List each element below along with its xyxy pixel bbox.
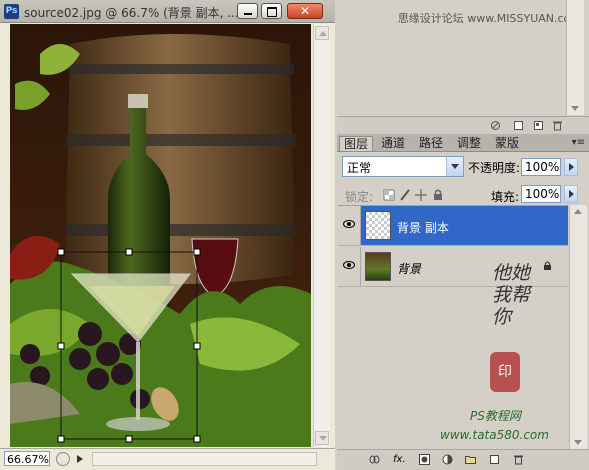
image-canvas[interactable]: [10, 24, 311, 447]
status-bar: 66.67%: [0, 448, 335, 470]
trash-icon[interactable]: [552, 120, 563, 131]
lock-move-icon[interactable]: [414, 188, 428, 202]
photoshop-icon: Ps: [4, 4, 19, 19]
layer-thumbnail: [365, 211, 391, 240]
wine-photo: [10, 24, 311, 447]
watermark-url: www.tata580.com: [440, 428, 549, 442]
tab-paths[interactable]: 路径: [415, 136, 447, 151]
scroll-down-icon[interactable]: [315, 431, 329, 445]
top-panel-scrollbar[interactable]: [566, 0, 584, 115]
scroll-up-icon[interactable]: [315, 26, 329, 40]
minimize-button[interactable]: [237, 3, 258, 19]
vertical-scrollbar[interactable]: [313, 24, 330, 447]
tab-layers[interactable]: 图层: [339, 136, 374, 151]
zoom-field[interactable]: 66.67%: [4, 451, 50, 466]
horizontal-scrollbar[interactable]: [92, 452, 317, 466]
layers-panel: 图层 通道 路径 调整 蒙版 ▾≡ 正常 不透明度: 100% 锁定: 填充: …: [337, 134, 589, 470]
layer-row-background-copy[interactable]: 背景 副本: [338, 206, 568, 246]
chevron-down-icon[interactable]: [446, 157, 463, 176]
layer-name[interactable]: 背景: [397, 260, 421, 277]
top-panel-footer: [337, 116, 589, 135]
visibility-toggle[interactable]: [338, 206, 361, 245]
new-document-icon[interactable]: [533, 120, 544, 131]
lock-transparent-icon[interactable]: [382, 188, 396, 202]
layers-footer: fx.: [337, 449, 589, 470]
status-info-icon[interactable]: [56, 452, 70, 466]
close-icon: ✕: [299, 4, 311, 18]
panel-tabs: 图层 通道 路径 调整 蒙版 ▾≡: [337, 134, 589, 152]
lock-all-icon[interactable]: [431, 188, 445, 202]
add-mask-icon[interactable]: [419, 454, 430, 465]
link-layers-icon[interactable]: [369, 454, 380, 465]
status-menu-arrow-icon[interactable]: [73, 452, 87, 466]
eye-icon: [343, 220, 355, 228]
new-group-icon[interactable]: [465, 454, 476, 465]
layer-name[interactable]: 背景 副本: [397, 219, 449, 236]
lock-brush-icon[interactable]: [398, 188, 412, 202]
new-item-icon[interactable]: [513, 120, 524, 131]
delete-layer-icon[interactable]: [513, 454, 524, 465]
top-panel: 思缘设计论坛 www.MISSYUAN.com: [337, 0, 589, 133]
watermark-brand: 他她我帮你: [492, 262, 531, 328]
opacity-field[interactable]: 100%: [521, 158, 561, 176]
eye-icon: [343, 261, 355, 269]
document-window: Ps source02.jpg @ 66.7% (背景 副本, ... ✕ 66…: [0, 0, 335, 470]
layer-list: 背景 副本 背景: [338, 205, 568, 450]
watermark-top: 思缘设计论坛 www.MISSYUAN.com: [397, 12, 581, 25]
maximize-button[interactable]: [261, 3, 282, 19]
opacity-slider-arrow-icon[interactable]: [564, 158, 578, 176]
panel-menu-icon[interactable]: ▾≡: [572, 137, 585, 148]
adjustment-layer-icon[interactable]: [442, 454, 453, 465]
tab-channels[interactable]: 通道: [377, 136, 409, 151]
blend-mode-select[interactable]: 正常: [342, 156, 464, 177]
close-button[interactable]: ✕: [287, 3, 323, 19]
opacity-label: 不透明度:: [468, 161, 521, 175]
tab-masks[interactable]: 蒙版: [491, 136, 523, 151]
fill-slider-arrow-icon[interactable]: [564, 185, 578, 203]
layer-thumbnail: [365, 252, 391, 281]
document-titlebar[interactable]: Ps source02.jpg @ 66.7% (背景 副本, ... ✕: [0, 0, 335, 23]
visibility-toggle[interactable]: [338, 247, 361, 286]
lock-label: 锁定:: [345, 190, 374, 204]
clear-icon[interactable]: [490, 120, 501, 131]
layer-row-background[interactable]: 背景: [338, 247, 568, 287]
fill-field[interactable]: 100%: [521, 185, 561, 203]
blend-mode-value: 正常: [347, 161, 372, 175]
layer-style-icon[interactable]: fx.: [393, 454, 407, 465]
tab-adjustments[interactable]: 调整: [453, 136, 485, 151]
lock-icon: [542, 260, 553, 271]
fill-label: 填充:: [491, 190, 520, 204]
new-layer-icon[interactable]: [489, 454, 500, 465]
layer-list-scrollbar[interactable]: [569, 205, 587, 449]
watermark-seal: 印: [490, 352, 520, 392]
watermark-ps-site: PS教程网: [470, 409, 521, 423]
document-title: source02.jpg @ 66.7% (背景 副本, ...: [24, 6, 239, 20]
